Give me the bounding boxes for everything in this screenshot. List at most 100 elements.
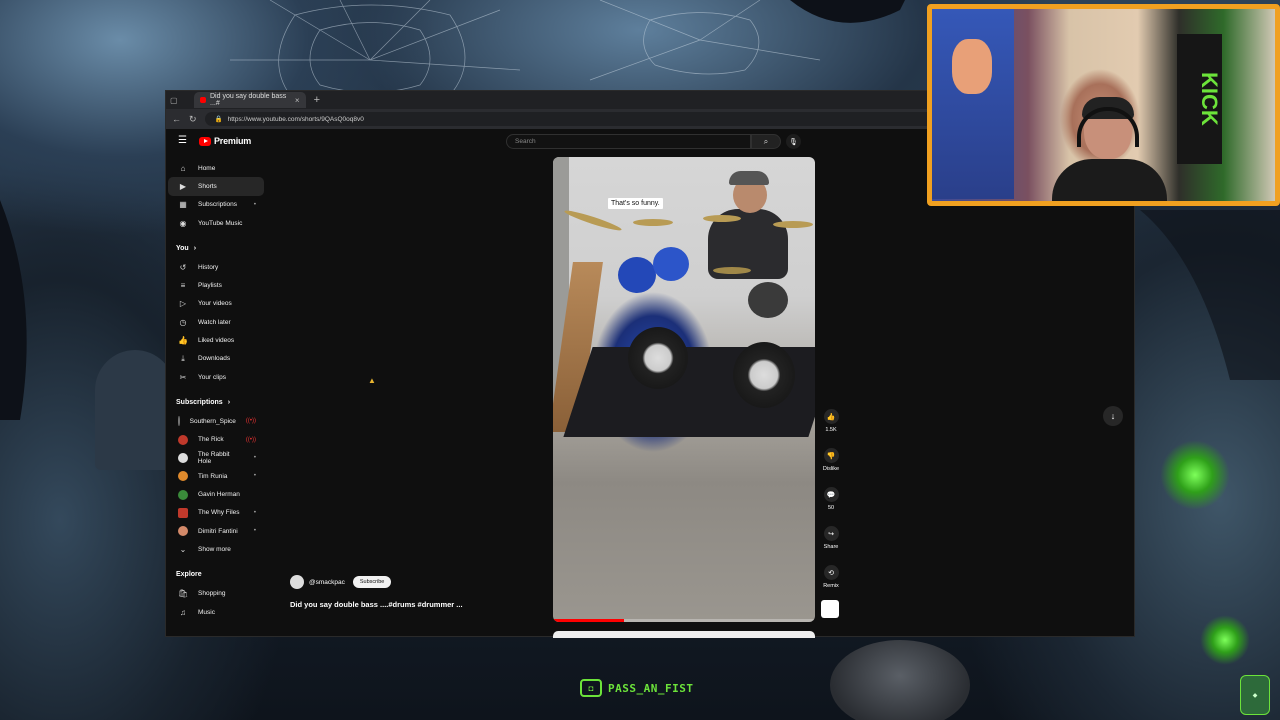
tom-drum (618, 257, 656, 293)
sidebar-toggle-icon[interactable]: ▢ (170, 96, 178, 105)
subscription-item[interactable]: The Why Files • (168, 504, 264, 522)
video-caption: That's so funny. (608, 198, 663, 209)
music-note-icon: ♫ (180, 607, 186, 617)
remix-icon[interactable]: ⟲ (823, 565, 839, 580)
kick-drum (733, 342, 795, 408)
nav-item-music[interactable]: ♫ Music (168, 603, 264, 621)
dislike-label: Dislike (822, 466, 840, 472)
home-icon: ⌂ (180, 163, 186, 173)
chevron-right-icon: › (227, 398, 231, 406)
subscriptions-section-header[interactable]: Subscriptions › (166, 392, 266, 412)
poster-character (952, 39, 992, 94)
nav-item-liked-videos[interactable]: 👍 Liked videos (168, 331, 264, 349)
video-progress-fill (553, 619, 624, 622)
subscription-item[interactable]: Southern_Spice ((•)) (168, 412, 264, 430)
subscriptions-icon: ▦ (179, 200, 187, 210)
new-content-dot: • (253, 528, 256, 535)
zombie-eye-glow (1200, 615, 1250, 665)
channel-avatar (178, 471, 188, 482)
explore-section-header: Explore (166, 565, 266, 585)
streamer-name: PASS_AN_FIST (608, 681, 694, 695)
drummer-cap (729, 171, 769, 185)
back-arrow-icon[interactable]: ← (172, 114, 181, 124)
url-text: https://www.youtube.com/shorts/9QAsQ0oq8… (227, 115, 364, 123)
nav-item-watch-later[interactable]: ◷ Watch later (168, 313, 264, 331)
new-tab-button[interactable]: + (314, 94, 320, 106)
new-content-dot: • (253, 473, 256, 480)
sound-thumbnail[interactable] (821, 600, 839, 618)
nav-label: Watch later (198, 318, 231, 326)
nav-item-shopping[interactable]: 🛍 Shopping (168, 585, 264, 603)
nav-item-downloads[interactable]: ⤓ Downloads (168, 350, 264, 368)
search-input[interactable]: Search (506, 134, 751, 149)
arrow-down-icon[interactable]: ↓ (1103, 406, 1123, 426)
pumpkin-decoration (830, 640, 970, 720)
show-more-button[interactable]: ⌄ Show more (168, 540, 264, 558)
remix-label: Remix (823, 583, 839, 589)
subscription-item[interactable]: The Rick ((•)) (168, 431, 264, 449)
short-title[interactable]: Did you say double bass ....#drums #drum… (290, 600, 463, 609)
history-icon: ↺ (179, 262, 187, 272)
comments-action[interactable]: 💬 50 (821, 487, 841, 511)
nav-item-playlists[interactable]: ≡ Playlists (168, 276, 264, 294)
channel-label: Gavin Herman (198, 491, 240, 499)
like-action[interactable]: 👍 1.5K (821, 409, 841, 433)
youtube-logo[interactable]: Premium (199, 136, 251, 146)
subscription-item[interactable]: Dimitri Fantini • (168, 522, 264, 540)
subscription-item[interactable]: The Rabbit Hole • (168, 449, 264, 467)
you-section-header[interactable]: You › (166, 238, 266, 258)
browser-tab[interactable]: Did you say double bass ...# × (193, 92, 306, 108)
url-field[interactable]: 🔒 https://www.youtube.com/shorts/9QAsQ0o… (204, 112, 965, 126)
thumbs-up-icon[interactable]: 👍 (823, 409, 839, 424)
like-count: 1.5K (825, 427, 837, 433)
streamer-tag: ◘ PASS_AN_FIST (580, 679, 693, 697)
subscription-item[interactable]: Tim Runia • (168, 467, 264, 485)
search-icon[interactable]: ⌕ (751, 134, 781, 149)
chevron-down-icon: ⌄ (179, 544, 187, 554)
channel-avatar (178, 526, 188, 537)
nav-item-history[interactable]: ↺ History (168, 258, 264, 276)
nav-item-your-videos[interactable]: ▷ Your videos (168, 295, 264, 313)
channel-avatar[interactable] (290, 575, 304, 589)
your-videos-icon: ▷ (179, 299, 187, 309)
kick-drum (628, 327, 688, 389)
nav-item-your-clips[interactable]: ✂ Your clips (168, 368, 264, 386)
channel-row: @smackpac Subscribe (290, 575, 392, 589)
nav-item-youtube-music[interactable]: ◉ YouTube Music (168, 214, 264, 232)
menu-icon[interactable]: ☰ (178, 135, 187, 146)
shorts-video-player[interactable]: That's so funny. (553, 157, 815, 622)
nav-item-subscriptions[interactable]: ▦ Subscriptions • (168, 196, 264, 214)
comment-icon[interactable]: 💬 (823, 487, 839, 502)
channel-name[interactable]: @smackpac (309, 579, 345, 586)
new-content-dot: • (253, 201, 256, 208)
nav-label: Home (198, 164, 216, 172)
nav-label: Liked videos (198, 337, 235, 345)
subscription-item[interactable]: Gavin Herman (168, 485, 264, 503)
action-bar: 👍 1.5K 👎 Dislike 💬 50 ↪ Share ⟲ Remix (821, 409, 841, 618)
microphone-icon[interactable]: 🎙 (786, 134, 801, 149)
subscribe-button[interactable]: Subscribe (352, 576, 392, 588)
youtube-favicon-icon (199, 97, 206, 103)
channel-avatar (178, 453, 188, 463)
share-icon[interactable]: ↪ (823, 526, 839, 541)
cymbal (713, 267, 751, 274)
remix-action[interactable]: ⟲ Remix (821, 565, 841, 589)
channel-avatar (178, 507, 188, 518)
nav-item-shorts[interactable]: ▶ Shorts (168, 177, 264, 196)
share-action[interactable]: ↪ Share (821, 526, 841, 550)
reload-icon[interactable]: ↻ (189, 114, 197, 125)
nav-item-home[interactable]: ⌂ Home (168, 159, 264, 177)
dislike-action[interactable]: 👎 Dislike (821, 448, 841, 472)
nav-label: Playlists (198, 282, 222, 290)
left-navigation: ⌂ Home ▶ Shorts ▦ Subscriptions • ◉ YouT… (166, 159, 266, 621)
tom-drum (653, 247, 689, 281)
chevron-right-icon: › (193, 244, 197, 252)
nav-label: Your clips (198, 373, 226, 381)
video-progress-bar[interactable] (553, 619, 815, 622)
streamer-body (1052, 159, 1167, 201)
nav-label: History (198, 263, 219, 271)
download-icon: ⤓ (181, 353, 185, 363)
close-tab-icon[interactable]: × (295, 96, 300, 105)
next-short-preview[interactable] (553, 631, 815, 638)
thumbs-down-icon[interactable]: 👎 (823, 448, 839, 463)
